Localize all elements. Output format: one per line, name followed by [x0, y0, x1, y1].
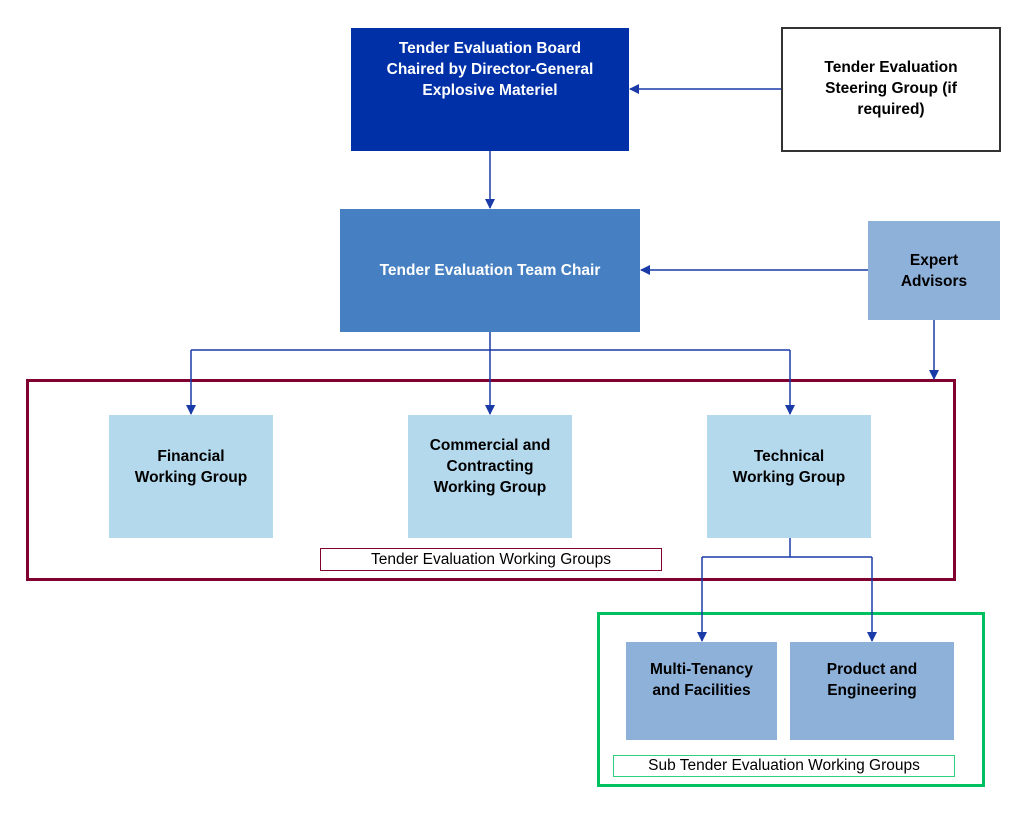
- node-team-chair: Tender Evaluation Team Chair: [340, 209, 640, 332]
- sub-working-groups-label: Sub Tender Evaluation Working Groups: [613, 755, 955, 777]
- node-multi-tenancy: Multi-Tenancy and Facilities: [626, 642, 777, 740]
- node-commercial-working-group: Commercial and Contracting Working Group: [408, 415, 572, 538]
- working-groups-label: Tender Evaluation Working Groups: [320, 548, 662, 571]
- node-steering-group: Tender Evaluation Steering Group (if req…: [781, 27, 1001, 152]
- node-expert-advisors: Expert Advisors: [868, 221, 1000, 320]
- node-product-engineering: Product and Engineering: [790, 642, 954, 740]
- node-financial-working-group: Financial Working Group: [109, 415, 273, 538]
- node-technical-working-group: Technical Working Group: [707, 415, 871, 538]
- node-tender-evaluation-board: Tender Evaluation Board Chaired by Direc…: [351, 28, 629, 151]
